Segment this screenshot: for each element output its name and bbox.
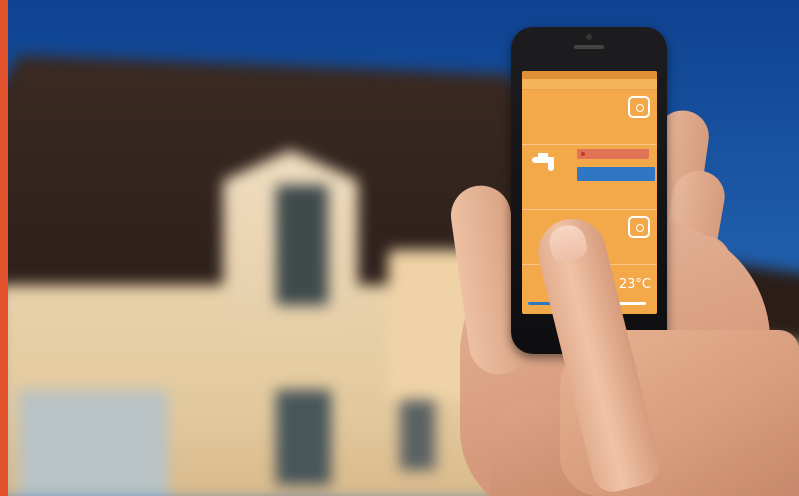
faucet-icon [532, 153, 558, 171]
divider-row [522, 189, 657, 210]
room-icon[interactable] [628, 216, 650, 238]
house-window [18, 390, 168, 496]
photo-scene: 23°C [0, 0, 799, 496]
status-badge [577, 149, 649, 159]
dormer-window [276, 185, 328, 305]
room-section[interactable] [522, 90, 657, 145]
temperature-value: 23°C [618, 277, 651, 292]
status-bar [522, 71, 657, 79]
front-camera [586, 34, 592, 40]
house-window [400, 400, 435, 470]
accent-strip [0, 0, 8, 496]
phone-speaker [574, 45, 604, 49]
water-action-button[interactable] [577, 167, 655, 181]
status-dot-icon [581, 152, 585, 156]
fingernail [546, 221, 590, 264]
house-window [276, 390, 331, 485]
water-control [522, 145, 657, 189]
app-header [522, 79, 657, 90]
room-icon[interactable] [628, 96, 650, 118]
